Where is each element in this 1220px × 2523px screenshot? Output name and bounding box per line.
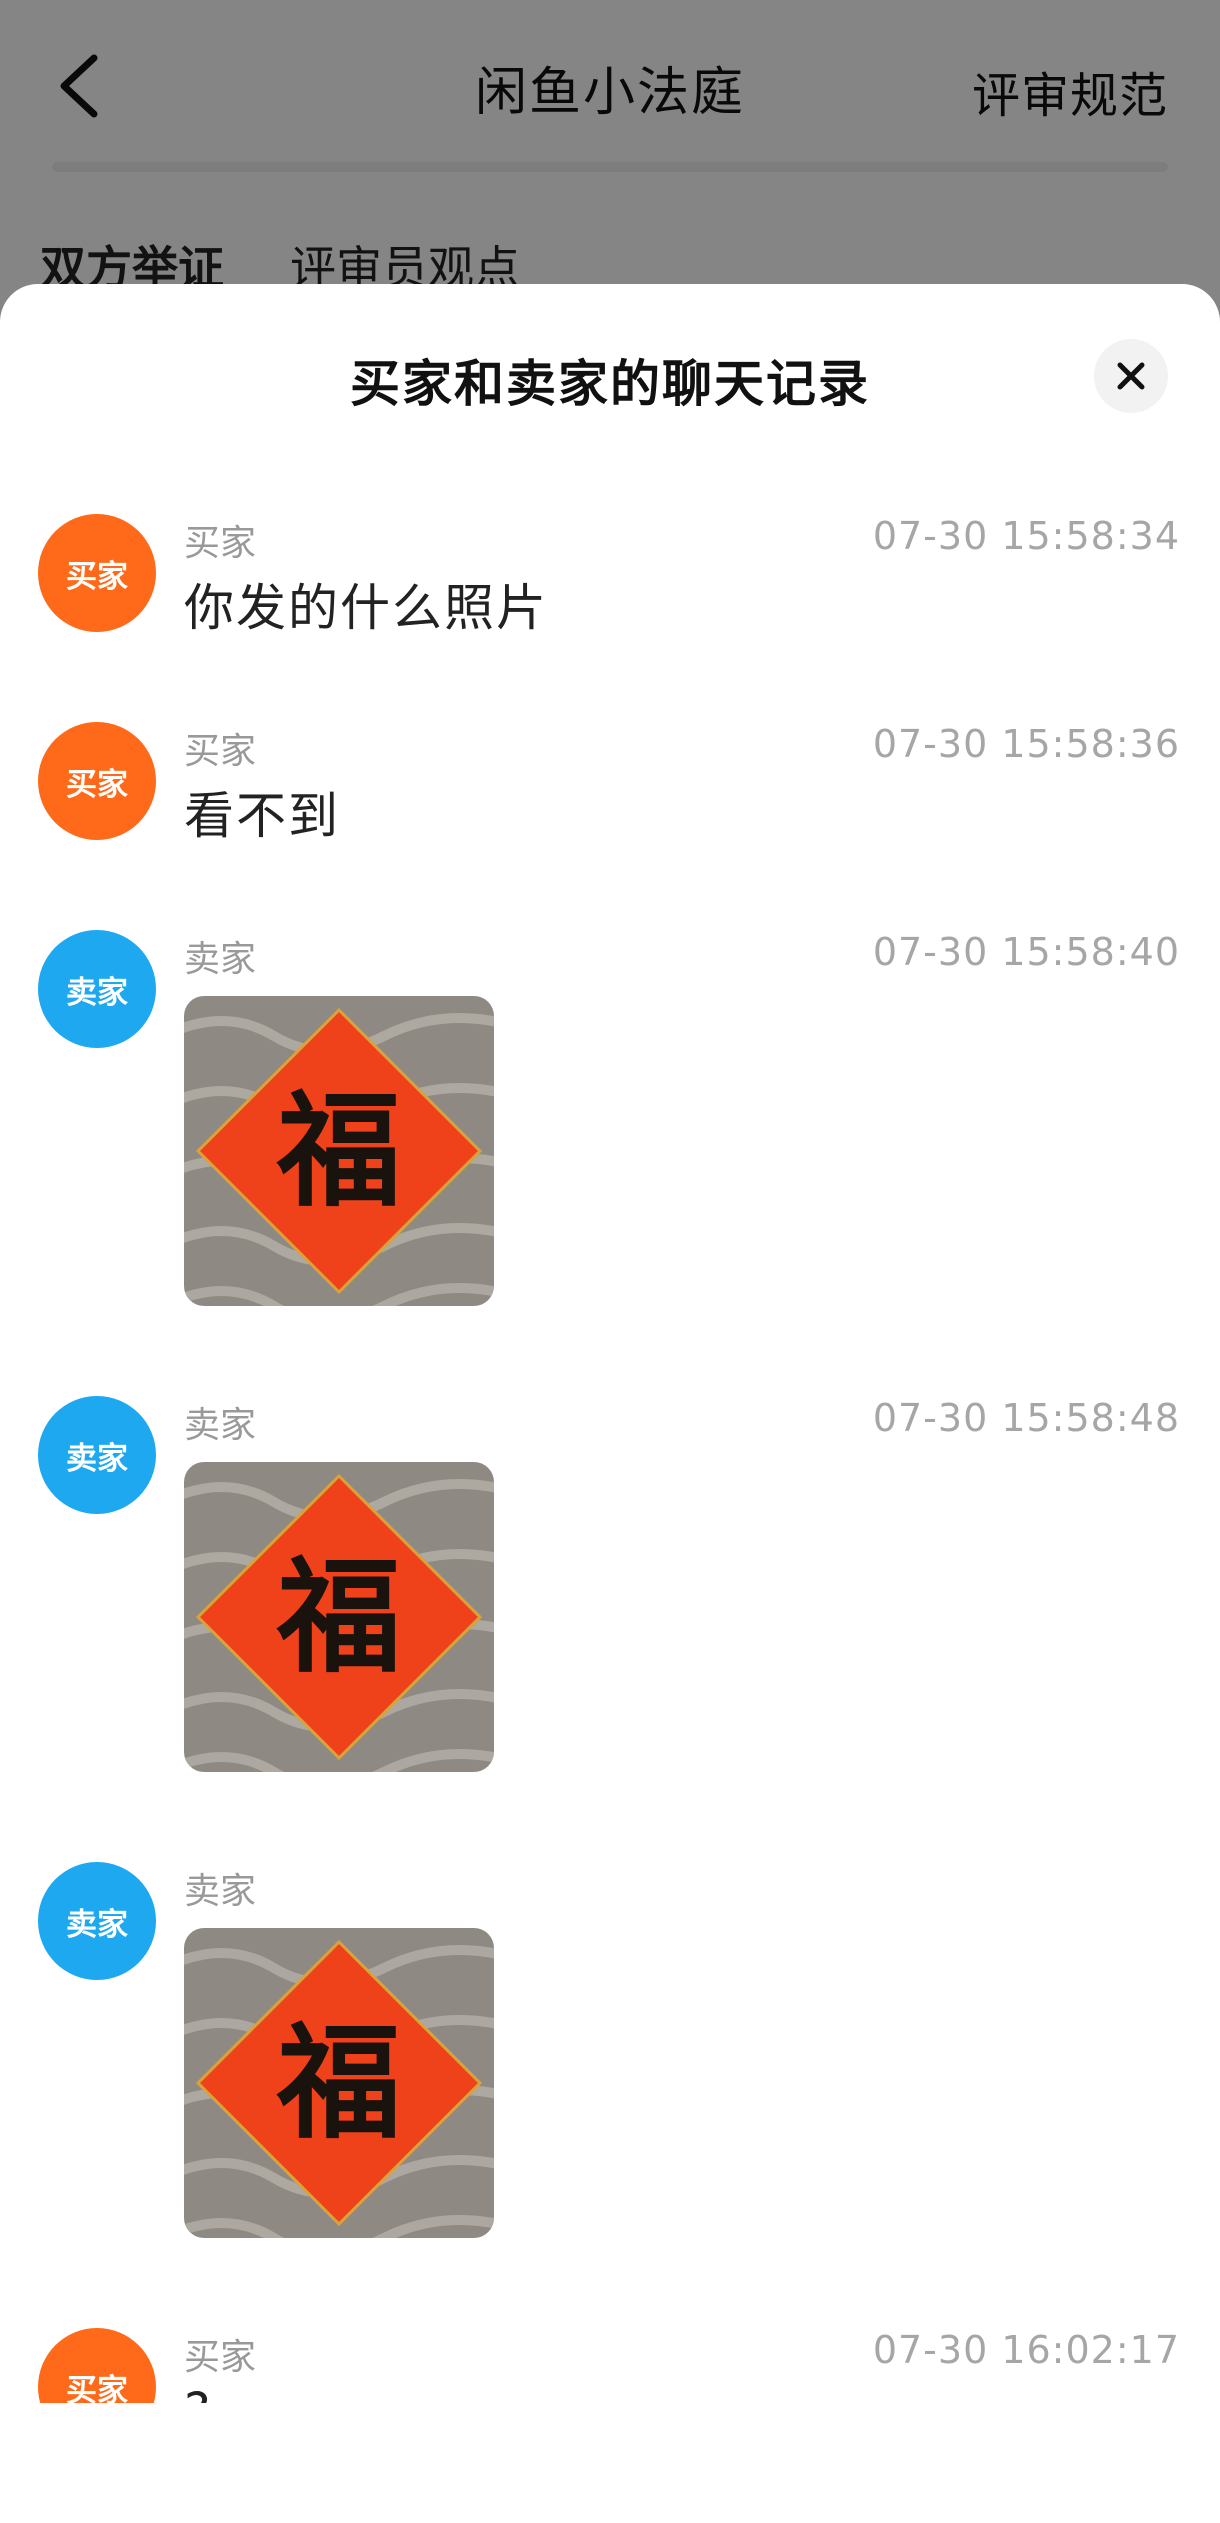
message-time: 07-30 15:58:48 xyxy=(872,1396,1180,1440)
buyer-avatar[interactable]: 买家 xyxy=(38,722,156,840)
sender-name: 卖家 xyxy=(184,1405,257,1446)
sender-name: 买家 xyxy=(184,523,257,564)
sheet-title: 买家和卖家的聊天记录 xyxy=(350,355,870,413)
buyer-avatar[interactable]: 买家 xyxy=(38,514,156,632)
sender-name: 卖家 xyxy=(184,1871,257,1912)
fu-photo-image: 福 xyxy=(184,996,494,1306)
message-time: 07-30 15:58:36 xyxy=(872,722,1180,766)
message-photo[interactable]: 福 xyxy=(184,996,494,1306)
bottom-safe-area xyxy=(0,2403,1220,2523)
close-button[interactable] xyxy=(1094,339,1168,413)
message-time: 07-30 16:02:17 xyxy=(872,2328,1180,2372)
fu-character: 福 xyxy=(276,2011,401,2156)
screen: 闲鱼小法庭 评审规范 双方举证 评审员观点 买家和卖家的聊天记录 买家 买家 0… xyxy=(0,0,1220,2523)
sender-name: 卖家 xyxy=(184,939,257,980)
fu-character: 福 xyxy=(276,1079,401,1224)
fu-photo-image: 福 xyxy=(184,1928,494,2238)
message-text: 看不到 xyxy=(184,787,340,845)
message-text: 你发的什么照片 xyxy=(184,579,548,637)
chat-history-sheet: 买家和卖家的聊天记录 买家 买家 07-30 15:58:34 你发的什么照片 … xyxy=(0,284,1220,2523)
message-photo[interactable]: 福 xyxy=(184,1462,494,1772)
sender-name: 买家 xyxy=(184,2337,257,2378)
sender-name: 买家 xyxy=(184,731,257,772)
message-time: 07-30 15:58:40 xyxy=(872,930,1180,974)
message-time: 07-30 15:58:34 xyxy=(872,514,1180,558)
seller-avatar[interactable]: 卖家 xyxy=(38,1396,156,1514)
message-photo[interactable]: 福 xyxy=(184,1928,494,2238)
close-icon xyxy=(1117,362,1145,390)
seller-avatar[interactable]: 卖家 xyxy=(38,930,156,1048)
fu-photo-image: 福 xyxy=(184,1462,494,1772)
fu-character: 福 xyxy=(276,1545,401,1690)
seller-avatar[interactable]: 卖家 xyxy=(38,1862,156,1980)
